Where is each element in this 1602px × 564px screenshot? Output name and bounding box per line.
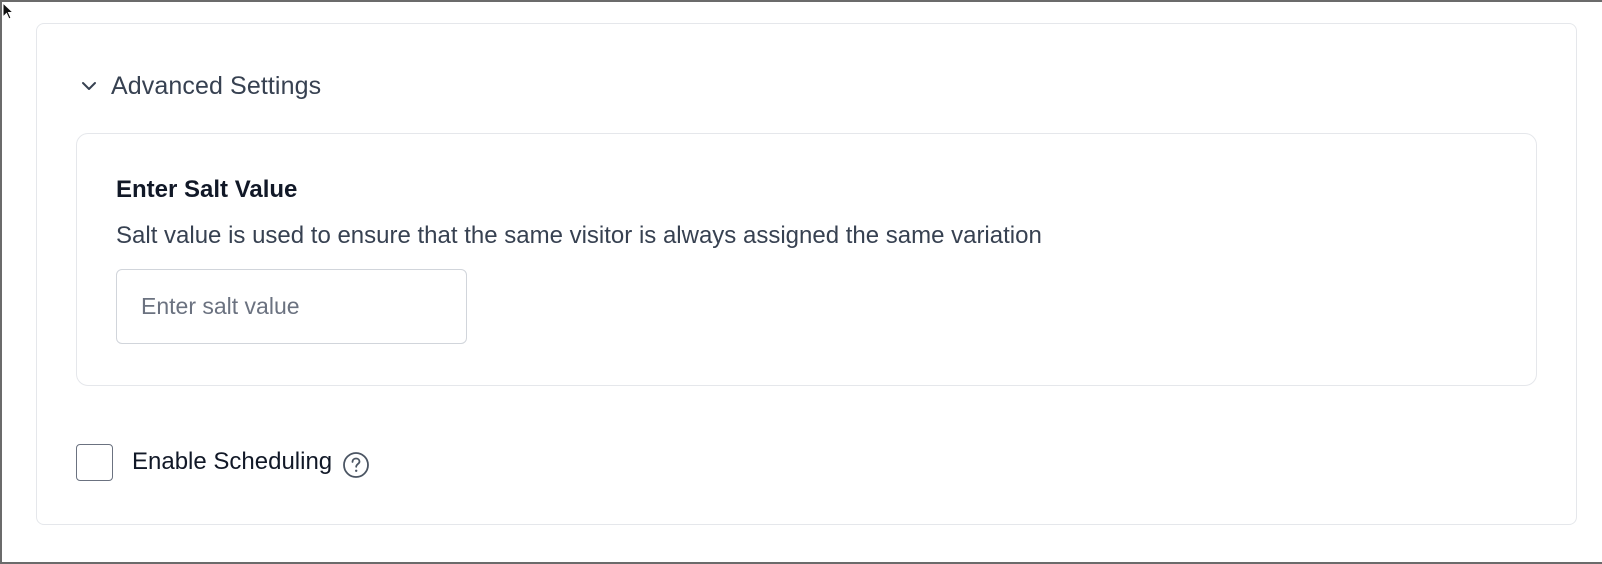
enable-scheduling-row: Enable Scheduling [76,442,370,482]
mouse-pointer-icon [2,1,16,22]
salt-value-card: Enter Salt Value Salt value is used to e… [76,133,1537,386]
chevron-down-icon[interactable] [79,76,99,96]
window-frame: Advanced Settings Enter Salt Value Salt … [0,0,1602,564]
advanced-settings-panel: Advanced Settings Enter Salt Value Salt … [36,23,1577,525]
section-title: Advanced Settings [111,71,322,100]
salt-value-help-text: Salt value is used to ensure that the sa… [116,222,1042,249]
salt-value-label: Enter Salt Value [116,176,298,203]
question-circle-icon[interactable] [342,451,370,479]
advanced-settings-toggle[interactable]: Advanced Settings [79,70,321,102]
salt-value-input[interactable] [116,269,467,344]
enable-scheduling-label[interactable]: Enable Scheduling [132,448,332,476]
enable-scheduling-checkbox[interactable] [76,443,113,481]
